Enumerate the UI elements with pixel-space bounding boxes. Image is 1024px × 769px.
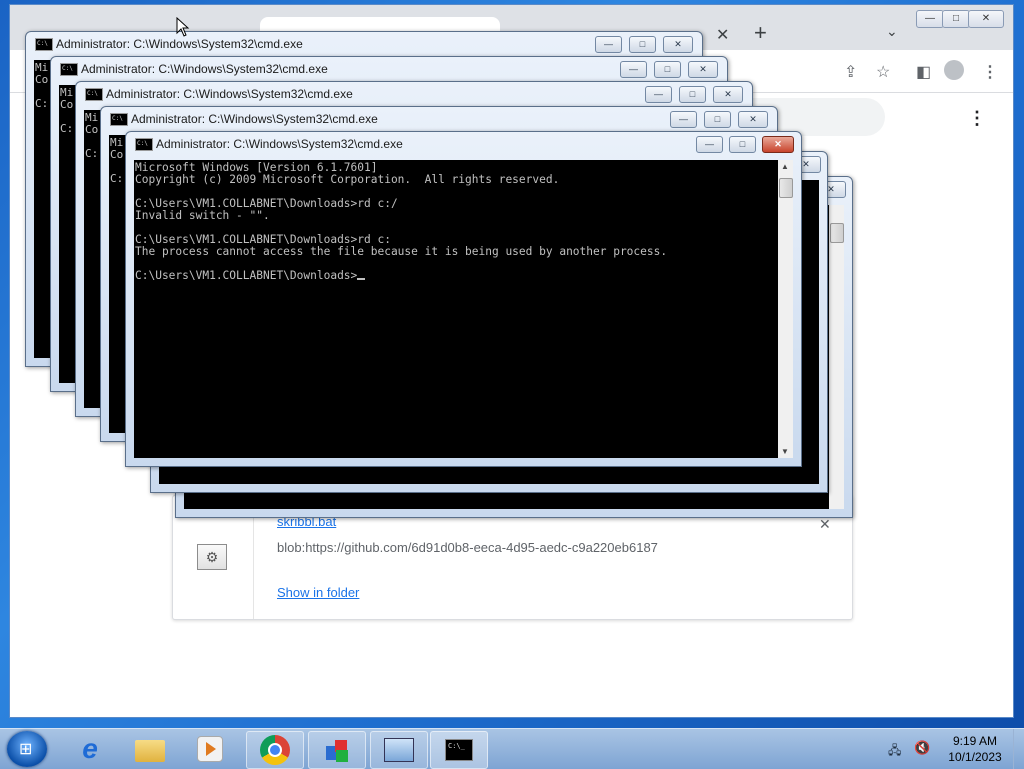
taskbar-chrome[interactable]	[246, 731, 304, 769]
chrome-icon	[260, 735, 290, 765]
virtualbox-icon	[323, 736, 351, 764]
console-line: Copyright (c) 2009 Microsoft Corporation…	[135, 173, 560, 186]
maximize-button[interactable]: □	[654, 61, 681, 78]
cmd-icon: C:\	[135, 138, 153, 151]
share-icon[interactable]: ⇪	[844, 62, 857, 82]
new-tab-button[interactable]: +	[754, 20, 767, 46]
remote-desktop-icon	[384, 738, 414, 762]
chrome-minimize-button[interactable]: —	[916, 10, 944, 28]
media-player-icon	[197, 736, 223, 762]
tab-close-icon[interactable]: ✕	[716, 25, 729, 45]
minimize-button[interactable]: —	[620, 61, 647, 78]
scrollbar[interactable]	[829, 205, 844, 509]
network-icon[interactable]: 🖧	[888, 741, 901, 762]
console-prompt: C:\Users\VM1.COLLABNET\Downloads>	[135, 269, 358, 282]
minimize-button[interactable]: —	[670, 111, 697, 128]
maximize-button[interactable]: □	[704, 111, 731, 128]
clock-date: 10/1/2023	[948, 750, 1002, 764]
folder-icon	[135, 740, 165, 762]
cmd-icon: C:\	[60, 63, 78, 76]
taskbar: ⊞ e C:\_ 🖧 🔇 9:19 AM 10/1/2023	[0, 728, 1024, 769]
cmd-titlebar[interactable]: C:\ Administrator: C:\Windows\System32\c…	[101, 107, 777, 131]
system-clock[interactable]: 9:19 AM 10/1/2023	[940, 733, 1010, 765]
console-text: Mi Co C:	[85, 111, 99, 160]
show-in-folder-link[interactable]: Show in folder	[277, 585, 359, 600]
download-url: blob:https://github.com/6d91d0b8-eeca-4d…	[277, 540, 658, 555]
window-title: Administrator: C:\Windows\System32\cmd.e…	[131, 112, 378, 126]
scrollbar-thumb[interactable]	[779, 178, 793, 198]
text-cursor	[357, 278, 366, 280]
taskbar-cmd[interactable]: C:\_	[430, 731, 488, 769]
cmd-icon: C:\	[85, 88, 103, 101]
clock-time: 9:19 AM	[952, 734, 998, 748]
cmd-titlebar[interactable]: C:\ Administrator: C:\Windows\System32\c…	[126, 132, 801, 156]
close-button[interactable]: ✕	[738, 111, 768, 128]
bookmark-star-icon[interactable]: ☆	[876, 62, 890, 82]
console-text: Mi Co C:	[35, 61, 49, 110]
console-text: Mi Co C:	[60, 86, 74, 135]
side-panel-icon[interactable]: ◧	[916, 62, 931, 82]
taskbar-remote-desktop[interactable]	[370, 731, 428, 769]
cmd-icon: C:\	[35, 38, 53, 51]
maximize-button[interactable]: □	[629, 36, 656, 53]
window-title: Administrator: C:\Windows\System32\cmd.e…	[156, 137, 403, 151]
minimize-button[interactable]: —	[595, 36, 622, 53]
console-text: Mi Co C:	[110, 136, 124, 185]
maximize-button[interactable]: □	[679, 86, 706, 103]
cmd-console[interactable]: Microsoft Windows [Version 6.1.7601] Cop…	[134, 160, 793, 458]
console-line: The process cannot access the file becau…	[135, 245, 668, 258]
minimize-button[interactable]: —	[696, 136, 723, 153]
scrollbar-thumb[interactable]	[830, 223, 844, 243]
console-output: Microsoft Windows [Version 6.1.7601] Cop…	[134, 160, 793, 282]
taskbar-explorer[interactable]	[122, 731, 178, 767]
start-button[interactable]: ⊞	[7, 731, 47, 767]
window-title: Administrator: C:\Windows\System32\cmd.e…	[81, 62, 328, 76]
console-line: Invalid switch - "".	[135, 209, 270, 222]
scroll-up-icon[interactable]: ▲	[781, 162, 789, 171]
chrome-close-button[interactable]: ✕	[968, 10, 1004, 28]
window-title: Administrator: C:\Windows\System32\cmd.e…	[106, 87, 353, 101]
batch-file-icon: ⚙	[197, 544, 227, 570]
page-menu-icon[interactable]: ⋮	[968, 108, 986, 129]
profile-avatar[interactable]	[944, 60, 964, 80]
taskbar-virtualbox[interactable]	[308, 731, 366, 769]
minimize-button[interactable]: —	[645, 86, 672, 103]
cmd-icon: C:\_	[445, 739, 473, 761]
scrollbar[interactable]: ▲ ▼	[778, 160, 793, 458]
volume-muted-icon[interactable]: 🔇	[914, 740, 930, 756]
show-desktop-button[interactable]	[1013, 729, 1024, 769]
internet-explorer-icon: e	[82, 733, 98, 764]
close-button[interactable]: ✕	[688, 61, 718, 78]
close-button[interactable]: ✕	[663, 36, 693, 53]
cmd-icon: C:\	[110, 113, 128, 126]
scroll-down-icon[interactable]: ▼	[781, 447, 789, 456]
taskbar-ie[interactable]: e	[62, 731, 118, 767]
chrome-maximize-button[interactable]: □	[942, 10, 970, 28]
tab-search-icon[interactable]: ⌄	[886, 23, 898, 40]
cmd-window-active[interactable]: C:\ Administrator: C:\Windows\System32\c…	[125, 131, 802, 467]
cmd-titlebar[interactable]: C:\ Administrator: C:\Windows\System32\c…	[26, 32, 702, 56]
windows-logo-icon: ⊞	[19, 741, 33, 758]
maximize-button[interactable]: □	[729, 136, 756, 153]
chrome-menu-icon[interactable]: ⋮	[982, 62, 998, 82]
close-button[interactable]: ✕	[762, 136, 794, 153]
remove-download-icon[interactable]: ✕	[819, 516, 831, 533]
close-button[interactable]: ✕	[713, 86, 743, 103]
cmd-titlebar[interactable]: C:\ Administrator: C:\Windows\System32\c…	[76, 82, 752, 106]
taskbar-media-player[interactable]	[182, 731, 238, 767]
window-title: Administrator: C:\Windows\System32\cmd.e…	[56, 37, 303, 51]
cmd-titlebar[interactable]: C:\ Administrator: C:\Windows\System32\c…	[51, 57, 727, 81]
